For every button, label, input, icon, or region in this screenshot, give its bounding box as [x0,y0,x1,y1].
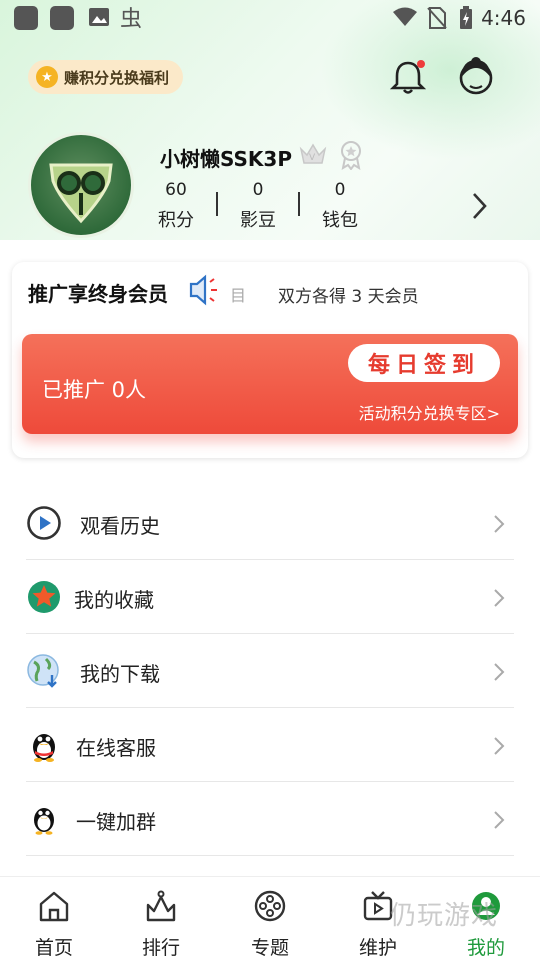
status-bar: 虫 4:46 [0,0,540,36]
app-icon [14,6,38,30]
wifi-icon [393,7,417,26]
bug-icon: 虫 [120,7,142,30]
speaker-icon [189,274,217,306]
user-avatar[interactable] [28,132,134,238]
nav-label: 排行 [141,937,180,959]
nav-home[interactable]: 首页 [19,889,89,960]
stat-label: 钱包 [322,210,358,231]
menu-item-label: 我的收藏 [74,588,154,612]
notification-dot [417,60,425,68]
vip-crown-icon: V [299,143,327,164]
stat-wallet[interactable]: 0 钱包 [320,180,360,232]
menu-item-favorites[interactable]: 我的收藏 [26,560,514,634]
globe-download-icon [27,654,59,688]
watermark: 仍玩游戏 [390,901,499,931]
chevron-right-icon[interactable] [470,190,490,222]
customer-service-icon[interactable] [456,56,496,96]
stat-value: 0 [334,180,346,200]
promoted-count: 已推广 0人 [42,378,147,402]
sim-off-icon [427,7,447,29]
nav-topics[interactable]: 专题 [235,889,305,960]
menu-item-label: 我的下载 [80,662,160,686]
menu-item-label: 在线客服 [76,736,156,760]
stat-label: 积分 [158,210,194,231]
menu-item-join-group[interactable]: 一键加群 [26,782,514,856]
star-icon: ★ [36,66,58,88]
battery-charging-icon [460,6,472,29]
chevron-right-icon [494,515,505,533]
home-icon [39,891,69,922]
play-circle-icon [27,506,61,540]
nav-label: 我的 [466,937,505,959]
menu-list: 观看历史 我的收藏 我的下载 在线客服 一键加群 [26,486,514,856]
medal-icon [341,141,361,170]
divider [216,192,218,216]
clock: 4:46 [481,6,526,30]
chevron-right-icon [494,811,505,829]
stat-points[interactable]: 60 积分 [156,180,196,232]
menu-item-history[interactable]: 观看历史 [26,486,514,560]
image-icon [89,8,109,26]
promotion-banner[interactable]: 已推广 0人 每日签到 活动积分兑换专区> [22,334,518,434]
daily-signin-button[interactable]: 每日签到 [347,344,500,382]
star-badge-icon [28,581,60,613]
scrolling-text-fragment: 目 [230,286,247,305]
chevron-right-icon [494,589,505,607]
stat-value: 60 [165,180,187,200]
nav-label: 维护 [358,937,397,959]
promo-card: 推广享终身会员 目 双方各得 3 天会员 已推广 0人 每日签到 活动积分兑换专… [12,262,528,458]
app-icon [50,6,74,30]
qq-penguin-icon [33,734,55,762]
avatar-logo-icon [49,163,113,224]
earn-points-pill[interactable]: ★ 赚积分兑换福利 [28,60,184,94]
user-nickname: 小树懒SSK3P [160,147,292,171]
ranking-icon [146,890,176,922]
notification-bell-icon[interactable] [390,58,426,96]
qq-penguin-icon [34,808,54,835]
stat-beans[interactable]: 0 影豆 [238,180,278,232]
nav-label: 首页 [34,937,73,959]
stat-label: 影豆 [240,210,276,231]
chevron-right-icon [494,737,505,755]
divider [298,192,300,216]
chevron-right-icon [494,663,505,681]
earn-points-label: 赚积分兑换福利 [64,68,170,87]
promo-title: 推广享终身会员 [28,282,168,306]
menu-item-downloads[interactable]: 我的下载 [26,634,514,708]
points-exchange-link[interactable]: 活动积分兑换专区> [359,400,500,424]
film-reel-icon [254,890,286,922]
menu-item-label: 观看历史 [80,514,160,538]
nav-ranking[interactable]: 排行 [126,889,196,960]
svg-text:V: V [309,153,316,163]
nav-label: 专题 [250,937,289,959]
promo-message: 双方各得 3 天会员 [278,287,419,307]
menu-item-customer-service[interactable]: 在线客服 [26,708,514,782]
menu-item-label: 一键加群 [76,810,156,834]
svg-text:虫: 虫 [120,7,142,30]
stat-value: 0 [252,180,264,200]
